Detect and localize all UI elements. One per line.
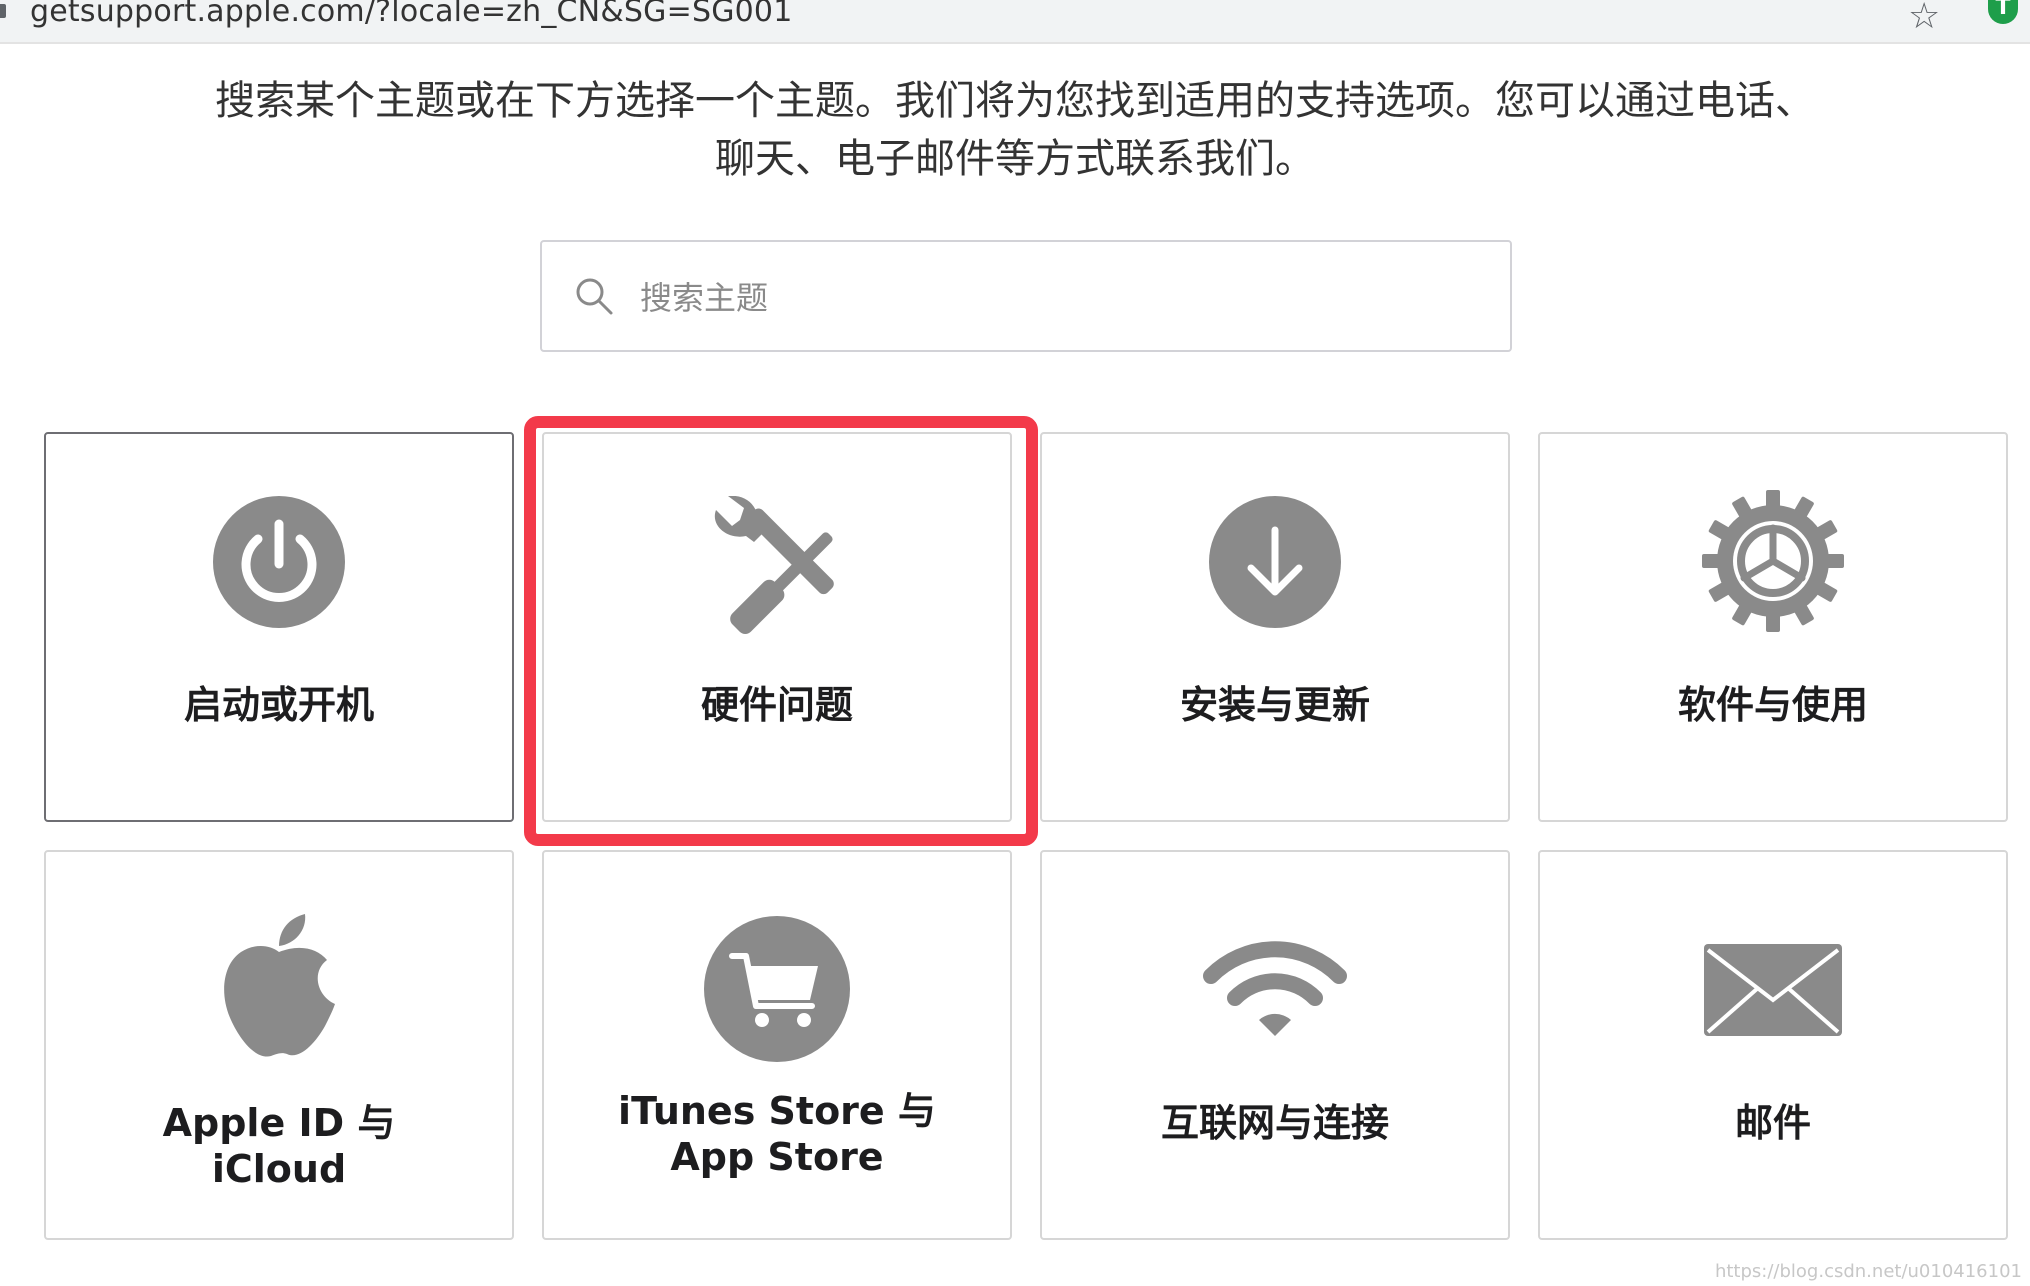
browser-address-bar: getsupport.apple.com/?locale=zh_CN&SG=SG… — [0, 0, 2030, 44]
extension-shield-icon[interactable]: T — [1988, 0, 2018, 24]
search-input[interactable] — [638, 262, 1482, 334]
watermark: https://blog.csdn.net/u010416101 — [1714, 1261, 2022, 1282]
bookmark-star-icon[interactable]: ☆ — [1908, 0, 1940, 37]
tile-label: 启动或开机 — [183, 683, 374, 727]
wifi-icon — [1203, 941, 1347, 1036]
tile-startup[interactable]: 启动或开机 — [44, 432, 514, 822]
apple-icon — [224, 914, 335, 1057]
download-icon — [1209, 496, 1341, 628]
tile-label: 邮件 — [1734, 1101, 1811, 1145]
tile-apple-id-icloud[interactable]: Apple ID 与 iCloud — [44, 850, 514, 1240]
tile-label: 互联网与连接 — [1160, 1101, 1389, 1145]
tile-label: Apple ID 与 iCloud — [162, 1101, 396, 1191]
url-text[interactable]: getsupport.apple.com/?locale=zh_CN&SG=SG… — [30, 0, 793, 29]
power-icon — [213, 496, 345, 628]
gear-icon — [1702, 490, 1844, 632]
intro-text: 搜索某个主题或在下方选择一个主题。我们将为您找到适用的支持选项。您可以通过电话、… — [215, 78, 1815, 182]
cart-icon — [704, 916, 850, 1062]
tile-label: iTunes Store 与 App Store — [618, 1089, 936, 1179]
tile-label: 硬件问题 — [700, 683, 853, 727]
tile-install-update[interactable]: 安装与更新 — [1040, 432, 1510, 822]
tools-icon — [714, 496, 839, 634]
search-icon — [576, 278, 613, 315]
mail-icon — [1704, 944, 1842, 1036]
lock-icon — [0, 4, 6, 18]
tile-label: 安装与更新 — [1179, 683, 1370, 727]
tile-itunes-appstore[interactable]: iTunes Store 与 App Store — [542, 850, 1012, 1240]
tile-mail[interactable]: 邮件 — [1538, 850, 2008, 1240]
topic-search-box[interactable] — [540, 240, 1512, 352]
tile-software[interactable]: 软件与使用 — [1538, 432, 2008, 822]
tile-label: 软件与使用 — [1677, 683, 1868, 727]
tile-hardware[interactable]: 硬件问题 — [542, 432, 1012, 822]
tile-internet[interactable]: 互联网与连接 — [1040, 850, 1510, 1240]
